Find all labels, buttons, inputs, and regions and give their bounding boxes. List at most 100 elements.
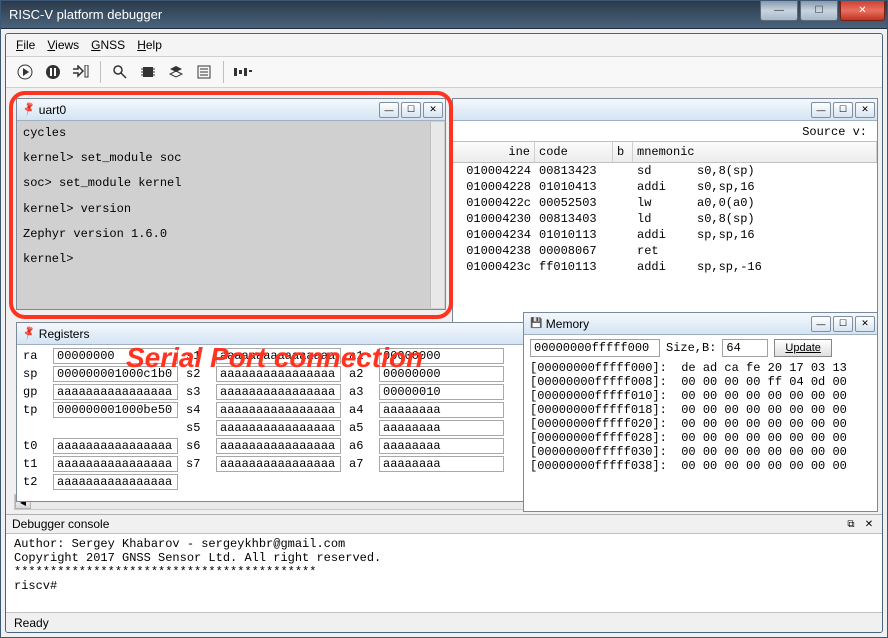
reg-name: a5 <box>349 421 371 435</box>
menu-help[interactable]: Help <box>133 36 166 54</box>
reg-name: s7 <box>186 457 208 471</box>
registers-title: Registers <box>39 327 555 341</box>
console-float-icon[interactable]: ⧉ <box>844 517 858 531</box>
bp-cell[interactable] <box>613 212 633 226</box>
reg-value[interactable]: 00000000 <box>379 348 504 364</box>
uart-scrollbar[interactable] <box>430 122 444 308</box>
reg-value[interactable]: aaaaaaaa <box>379 438 504 454</box>
pause-icon[interactable] <box>40 59 66 85</box>
menu-file[interactable]: File <box>12 36 39 54</box>
reg-value[interactable]: aaaaaaaa <box>379 420 504 436</box>
memory-update-button[interactable]: Update <box>774 339 831 357</box>
bp-cell[interactable] <box>613 244 633 258</box>
register-row: sp000000001000c1b0s2aaaaaaaaaaaaaaaaa200… <box>23 365 549 383</box>
console-line: Author: Sergey Khabarov - sergeykhbr@gma… <box>14 537 874 551</box>
reg-value[interactable]: aaaaaaaaaaaaaaaa <box>53 474 178 490</box>
console-header[interactable]: Debugger console ⧉ ✕ <box>6 515 882 534</box>
source-row[interactable]: 01000422c00052503lwa0,0(a0) <box>453 195 877 211</box>
memory-maximize-icon[interactable]: ☐ <box>833 316 853 332</box>
uart-titlebar[interactable]: 📌 uart0 — ☐ ✕ <box>17 99 445 121</box>
reg-value[interactable]: aaaaaaaa <box>379 402 504 418</box>
uart-terminal[interactable]: cycles kernel> set_module soc soc> set_m… <box>17 121 445 309</box>
source-row[interactable]: 01000423800008067ret <box>453 243 877 259</box>
reg-name: s1 <box>186 349 208 363</box>
reg-value[interactable]: 00000000 <box>53 348 178 364</box>
status-text: Ready <box>14 616 49 630</box>
reg-name: a3 <box>349 385 371 399</box>
source-row[interactable]: 01000422801010413addis0,sp,16 <box>453 179 877 195</box>
reg-value[interactable]: 000000001000be50 <box>53 402 178 418</box>
reg-name: s4 <box>186 403 208 417</box>
list-icon[interactable] <box>191 59 217 85</box>
addr-cell: 010004230 <box>453 212 535 226</box>
pin-icon[interactable]: 📌 <box>21 326 37 342</box>
layers-icon[interactable] <box>163 59 189 85</box>
memory-size-label: Size,B: <box>666 341 716 355</box>
reg-value[interactable]: aaaaaaaaaaaaaaaa <box>216 348 341 364</box>
source-maximize-icon[interactable]: ☐ <box>833 102 853 118</box>
console-body[interactable]: Author: Sergey Khabarov - sergeykhbr@gma… <box>6 534 882 612</box>
bp-cell[interactable] <box>613 228 633 242</box>
source-minimize-icon[interactable]: — <box>811 102 831 118</box>
memory-titlebar[interactable]: 💾 Memory — ☐ ✕ <box>524 313 877 335</box>
cpu-icon[interactable] <box>135 59 161 85</box>
col-line: ine <box>453 142 535 162</box>
menu-gnss[interactable]: GNSS <box>87 36 129 54</box>
menu-views[interactable]: Views <box>43 36 83 54</box>
memory-close-icon[interactable]: ✕ <box>855 316 875 332</box>
maximize-button[interactable]: ☐ <box>800 1 838 21</box>
bp-cell[interactable] <box>613 180 633 194</box>
memory-addr-input[interactable] <box>530 339 660 357</box>
reg-value[interactable]: aaaaaaaaaaaaaaaa <box>216 456 341 472</box>
close-button[interactable]: ✕ <box>840 1 885 21</box>
source-titlebar[interactable]: — ☐ ✕ <box>453 99 877 121</box>
disk-icon: 💾 <box>530 318 542 329</box>
reg-value[interactable]: aaaaaaaaaaaaaaaa <box>216 384 341 400</box>
source-row[interactable]: 01000423cff010113addisp,sp,-16 <box>453 259 877 275</box>
memory-size-input[interactable] <box>722 339 768 357</box>
statusbar: Ready <box>6 612 882 632</box>
memory-minimize-icon[interactable]: — <box>811 316 831 332</box>
source-row[interactable]: 01000423000813403lds0,8(sp) <box>453 211 877 227</box>
reg-name: a6 <box>349 439 371 453</box>
uart-minimize-icon[interactable]: — <box>379 102 399 118</box>
reg-value[interactable]: aaaaaaaaaaaaaaaa <box>53 384 178 400</box>
reg-name: t1 <box>23 457 45 471</box>
reg-value[interactable]: 000000001000c1b0 <box>53 366 178 382</box>
search-icon[interactable] <box>107 59 133 85</box>
uart-close-icon[interactable]: ✕ <box>423 102 443 118</box>
play-icon[interactable] <box>12 59 38 85</box>
reg-value[interactable]: aaaaaaaaaaaaaaaa <box>216 402 341 418</box>
reg-value[interactable]: aaaaaaaa <box>379 456 504 472</box>
step-icon[interactable] <box>68 59 94 85</box>
reg-value[interactable]: aaaaaaaaaaaaaaaa <box>216 420 341 436</box>
source-close-icon[interactable]: ✕ <box>855 102 875 118</box>
reg-value[interactable]: aaaaaaaaaaaaaaaa <box>53 438 178 454</box>
signal-icon[interactable] <box>230 59 256 85</box>
mdi-area: — ☐ ✕ Source v: ine code b mnemonic 0100… <box>6 88 882 514</box>
registers-titlebar[interactable]: 📌 Registers <box>17 323 555 345</box>
code-cell: 01010113 <box>535 228 613 242</box>
bp-cell[interactable] <box>613 260 633 274</box>
reg-value[interactable]: 00000010 <box>379 384 504 400</box>
reg-value[interactable]: aaaaaaaaaaaaaaaa <box>216 438 341 454</box>
bp-cell[interactable] <box>613 164 633 178</box>
titlebar[interactable]: RISC-V platform debugger — ☐ ✕ <box>1 1 887 29</box>
console-close-icon[interactable]: ✕ <box>862 517 876 531</box>
bp-cell[interactable] <box>613 196 633 210</box>
addr-cell: 010004238 <box>453 244 535 258</box>
source-heading: Source v: <box>453 121 877 141</box>
mnemonic-cell: sd <box>633 164 693 178</box>
reg-name: a2 <box>349 367 371 381</box>
operand-cell: a0,0(a0) <box>693 196 877 210</box>
reg-value[interactable]: 00000000 <box>379 366 504 382</box>
reg-value[interactable]: aaaaaaaaaaaaaaaa <box>53 456 178 472</box>
reg-value[interactable]: aaaaaaaaaaaaaaaa <box>216 366 341 382</box>
source-header-row: ine code b mnemonic <box>453 141 877 163</box>
uart-window: 📌 uart0 — ☐ ✕ cycles kernel> set_module … <box>16 98 446 310</box>
source-row[interactable]: 01000422400813423sds0,8(sp) <box>453 163 877 179</box>
source-row[interactable]: 01000423401010113addisp,sp,16 <box>453 227 877 243</box>
minimize-button[interactable]: — <box>760 1 798 21</box>
pin-icon[interactable]: 📌 <box>21 102 37 118</box>
uart-maximize-icon[interactable]: ☐ <box>401 102 421 118</box>
